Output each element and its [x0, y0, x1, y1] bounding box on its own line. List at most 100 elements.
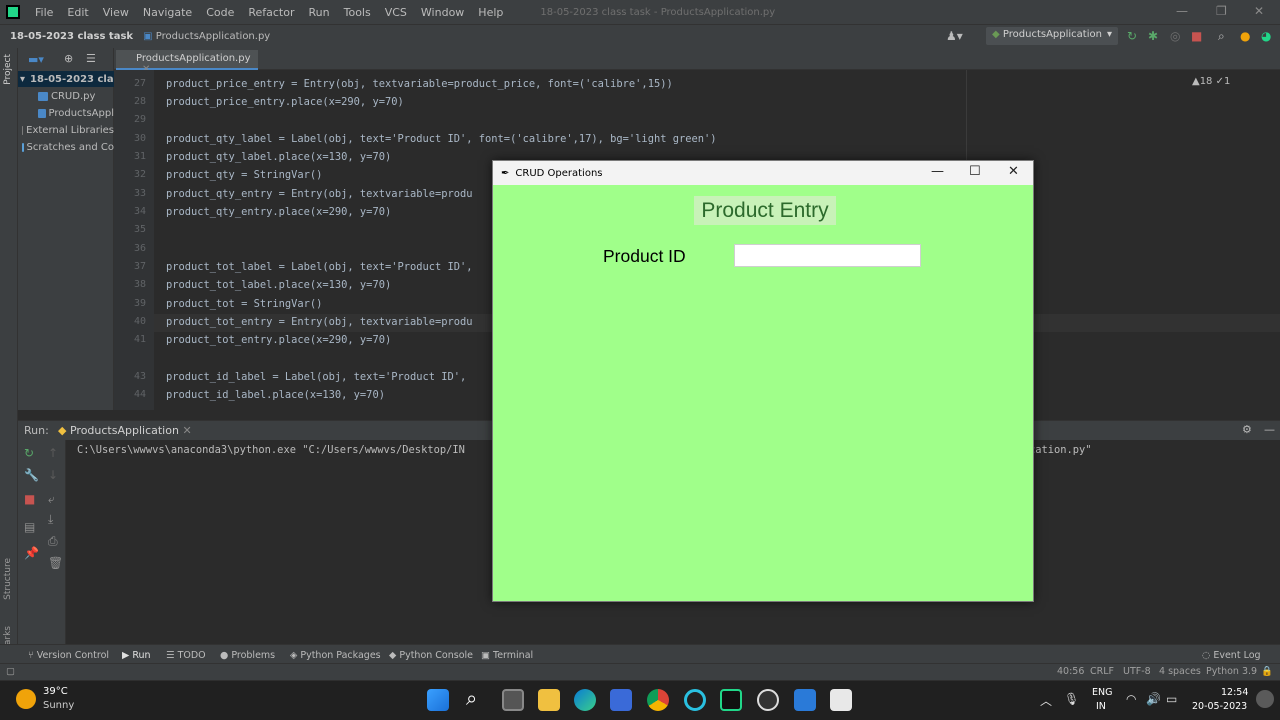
coverage-icon[interactable]: ◎ — [1170, 29, 1180, 43]
notifications-icon[interactable] — [1256, 690, 1274, 708]
trash-icon[interactable]: 🗑 — [48, 556, 63, 570]
scroll-up-icon[interactable]: ↑ — [48, 446, 58, 460]
code-line[interactable]: product_qty_label = Label(obj, text='Pro… — [166, 133, 717, 145]
menu-help[interactable]: Help — [471, 6, 510, 19]
rerun-icon[interactable]: ↻ — [24, 446, 34, 460]
battery-icon[interactable]: ▭ — [1166, 692, 1177, 706]
pycharm-icon[interactable] — [720, 689, 742, 711]
scroll-to-end-icon[interactable]: ⤓ — [48, 512, 53, 527]
windows-start-icon[interactable] — [427, 689, 449, 711]
clock-date[interactable]: 20-05-2023 — [1192, 701, 1247, 712]
task-view-icon[interactable] — [502, 689, 524, 711]
scroll-down-icon[interactable]: ↓ — [48, 468, 58, 482]
code-line[interactable]: product_qty = StringVar() — [166, 169, 322, 181]
microphone-icon[interactable]: 🎙 — [1064, 692, 1079, 706]
close-run-tab-icon[interactable]: ✕ — [182, 424, 191, 437]
tree-item-external-libraries[interactable]: External Libraries — [18, 122, 114, 138]
tk-minimize-icon[interactable]: — — [931, 164, 944, 179]
code-line[interactable]: product_qty_entry = Entry(obj, textvaria… — [166, 188, 473, 200]
tk-close-icon[interactable]: ✕ — [1008, 164, 1019, 179]
document-icon[interactable] — [830, 689, 852, 711]
breadcrumb-project[interactable]: 18-05-2023 class task — [10, 31, 133, 42]
region[interactable]: IN — [1096, 701, 1106, 712]
code-line[interactable]: product_tot_entry = Entry(obj, textvaria… — [166, 316, 473, 328]
minimize-icon[interactable]: — — [1176, 4, 1188, 18]
tree-item-project-root[interactable]: ▾ 18-05-2023 clas — [18, 71, 114, 87]
file-encoding[interactable]: UTF-8 — [1123, 666, 1151, 677]
product-id-entry[interactable] — [734, 244, 921, 267]
code-line[interactable]: product_tot_entry.place(x=290, y=70) — [166, 334, 391, 346]
python-feather-app-icon[interactable] — [757, 689, 779, 711]
code-line[interactable]: product_qty_label.place(x=130, y=70) — [166, 151, 391, 163]
chevron-up-icon[interactable]: ︿ — [1040, 692, 1052, 709]
project-tool-tab[interactable]: Project — [3, 54, 13, 85]
menu-code[interactable]: Code — [199, 6, 241, 19]
store-icon[interactable] — [610, 689, 632, 711]
tree-item-products-app[interactable]: ProductsAppl — [18, 105, 114, 121]
stop-icon[interactable]: ■ — [1191, 29, 1202, 43]
hide-panel-icon[interactable]: — — [1264, 423, 1275, 436]
interpreter[interactable]: Python 3.9 — [1206, 666, 1257, 677]
soft-wrap-icon[interactable]: ⤶ — [48, 492, 55, 507]
code-line[interactable]: product_tot_label = Label(obj, text='Pro… — [166, 261, 473, 273]
print-icon[interactable]: ⎙ — [48, 534, 58, 549]
tool-tab-terminal[interactable]: ▣ Terminal — [481, 650, 533, 661]
rerun-icon[interactable]: ↻ — [1127, 29, 1137, 43]
tree-item-crud[interactable]: CRUD.py — [18, 88, 114, 104]
weather-desc[interactable]: Sunny — [43, 700, 74, 711]
alexa-icon[interactable] — [684, 689, 706, 711]
tree-item-scratches[interactable]: Scratches and Co — [18, 139, 114, 155]
plugin-icon[interactable]: ◕ — [1261, 29, 1271, 43]
caret-position[interactable]: 40:56 — [1057, 666, 1084, 677]
code-line[interactable]: product_price_entry.place(x=290, y=70) — [166, 96, 404, 108]
tool-tab-run[interactable]: ▶ Run — [122, 650, 151, 661]
close-icon[interactable]: ✕ — [1254, 4, 1264, 18]
menu-view[interactable]: View — [96, 6, 136, 19]
tool-tab-problems[interactable]: ● Problems — [220, 650, 275, 661]
edge-icon[interactable] — [574, 689, 596, 711]
tool-tab-version-control[interactable]: ⑂ Version Control — [28, 650, 109, 661]
code-line[interactable]: product_tot = StringVar() — [166, 298, 322, 310]
clock-time[interactable]: 12:54 — [1221, 687, 1248, 698]
inspection-widget[interactable]: ▲18 ✓1 — [1192, 76, 1230, 87]
line-separator[interactable]: CRLF — [1090, 666, 1114, 677]
toggle-tool-windows-icon[interactable]: ▢ — [6, 666, 15, 677]
layout-icon[interactable]: ▤ — [24, 520, 35, 534]
tk-maximize-icon[interactable]: ☐ — [969, 164, 981, 179]
lock-icon[interactable]: 🔒 — [1261, 666, 1273, 677]
pin-icon[interactable]: 📌 — [24, 546, 39, 560]
weather-temp[interactable]: 39°C — [43, 686, 68, 697]
code-line[interactable]: product_tot_label.place(x=130, y=70) — [166, 279, 391, 291]
tool-tab-todo[interactable]: ☰ TODO — [166, 650, 206, 661]
weather-sun-icon[interactable] — [16, 689, 36, 709]
code-line[interactable]: product_id_label.place(x=130, y=70) — [166, 389, 385, 401]
menu-run[interactable]: Run — [302, 6, 337, 19]
stop-icon[interactable]: ■ — [24, 492, 35, 506]
run-tab[interactable]: ◆ ProductsApplication ✕ — [58, 424, 192, 437]
breadcrumb-file[interactable]: ▣ ProductsApplication.py — [143, 31, 270, 42]
wrench-icon[interactable]: 🔧 — [24, 468, 39, 482]
code-line[interactable]: product_id_label = Label(obj, text='Prod… — [166, 371, 466, 383]
tool-tab-python-console[interactable]: ◆ Python Console — [389, 650, 473, 661]
tk-title-bar[interactable]: ✒ CRUD Operations — ☐ ✕ — [493, 161, 1033, 185]
collapse-icon[interactable]: ☰ — [86, 52, 96, 65]
run-configuration-select[interactable]: ◆ ProductsApplication ▾ — [986, 27, 1118, 45]
menu-vcs[interactable]: VCS — [378, 6, 414, 19]
code-line[interactable]: product_price_entry = Entry(obj, textvar… — [166, 78, 673, 90]
editor-tab-products-application[interactable]: ProductsApplication.py ✕ — [116, 50, 258, 75]
tool-tab-python-packages[interactable]: ◈ Python Packages — [290, 650, 381, 661]
menu-file[interactable]: File — [28, 6, 60, 19]
chrome-icon[interactable] — [647, 689, 669, 711]
menu-refactor[interactable]: Refactor — [241, 6, 301, 19]
tool-tab-event-log[interactable]: ◌ Event Log — [1202, 650, 1261, 661]
notepad-icon[interactable] — [794, 689, 816, 711]
indent-setting[interactable]: 4 spaces — [1159, 666, 1201, 677]
file-explorer-icon[interactable] — [538, 689, 560, 711]
wifi-icon[interactable]: ◠ — [1126, 692, 1136, 706]
menu-navigate[interactable]: Navigate — [136, 6, 199, 19]
maximize-icon[interactable]: ❐ — [1216, 4, 1227, 18]
settings-gear-icon[interactable]: ⚙ — [1242, 423, 1252, 436]
language[interactable]: ENG — [1092, 687, 1112, 698]
search-icon[interactable]: ⌕ — [1218, 29, 1225, 44]
updates-icon[interactable]: ● — [1240, 29, 1250, 43]
